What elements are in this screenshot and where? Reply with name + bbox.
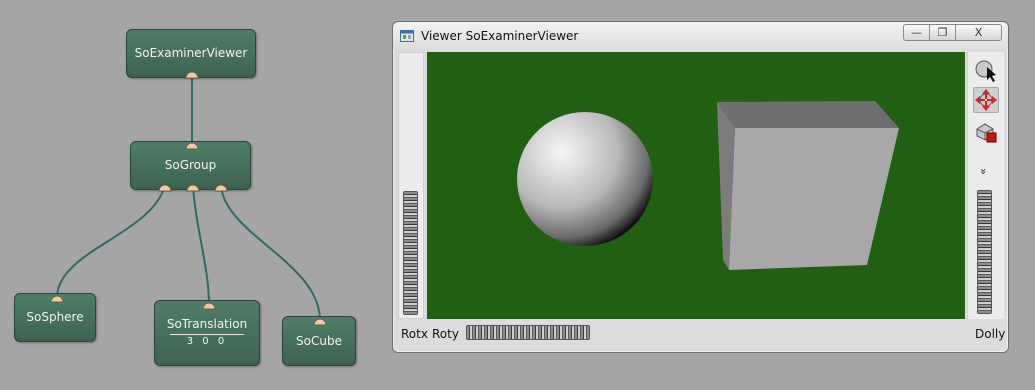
rendered-scene: [517, 101, 899, 270]
restore-button[interactable]: ❐: [929, 24, 956, 41]
more-buttons-chevron[interactable]: »: [977, 168, 990, 175]
cube-top-face: [717, 101, 899, 128]
viewer-side-toolbar: »: [967, 52, 1004, 319]
move-arrows-icon: [975, 89, 997, 111]
view-mode-button[interactable]: [973, 87, 999, 113]
edge-group-sphere: [56, 185, 166, 297]
close-icon: X: [974, 26, 983, 39]
render-area[interactable]: [427, 52, 965, 319]
editor-canvas: SoExaminerViewer SoGroup SoSphere SoTran…: [0, 0, 1035, 390]
pick-mode-button[interactable]: [973, 57, 999, 83]
close-button[interactable]: X: [955, 24, 1002, 41]
minimize-button[interactable]: —: [903, 24, 930, 41]
node-label: SoExaminerViewer: [134, 46, 248, 60]
edge-group-translation: [192, 185, 210, 304]
node-so-examiner-viewer[interactable]: SoExaminerViewer: [126, 29, 256, 78]
node-label: SoCube: [296, 334, 342, 348]
node-so-translation[interactable]: SoTranslation 3 0 0: [154, 300, 260, 366]
viewer-title: Viewer SoExaminerViewer: [421, 29, 579, 43]
viewer-window: Viewer SoExaminerViewer — ❐ X » Rotx Rot…: [392, 21, 1009, 353]
sphere-render: [517, 112, 653, 246]
node-so-cube[interactable]: SoCube: [282, 316, 356, 366]
node-label: SoSphere: [26, 310, 84, 324]
roty-thumbwheel[interactable]: [466, 325, 590, 340]
node-label: SoTranslation: [166, 317, 248, 331]
rotx-thumbwheel[interactable]: [403, 191, 418, 315]
node-so-sphere[interactable]: SoSphere: [14, 293, 96, 342]
minimize-icon: —: [911, 26, 922, 39]
node-so-group[interactable]: SoGroup: [130, 141, 251, 190]
viewer-titlebar[interactable]: Viewer SoExaminerViewer — ❐ X: [393, 22, 1008, 49]
dolly-label: Dolly: [975, 327, 1006, 341]
cube-front-face: [729, 128, 899, 270]
restore-icon: ❐: [937, 26, 948, 39]
seek-button[interactable]: [973, 118, 999, 144]
node-label: SoGroup: [164, 158, 217, 172]
viewer-window-icon: [400, 30, 414, 42]
rotx-label: Rotx: [401, 327, 428, 341]
dolly-thumbwheel[interactable]: [977, 190, 992, 314]
roty-label: Roty: [432, 327, 459, 341]
node-field-value: 3 0 0: [169, 334, 245, 347]
seek-icon: [976, 123, 997, 143]
pick-arrow-icon: [975, 60, 996, 82]
left-control-strip: [398, 52, 424, 319]
